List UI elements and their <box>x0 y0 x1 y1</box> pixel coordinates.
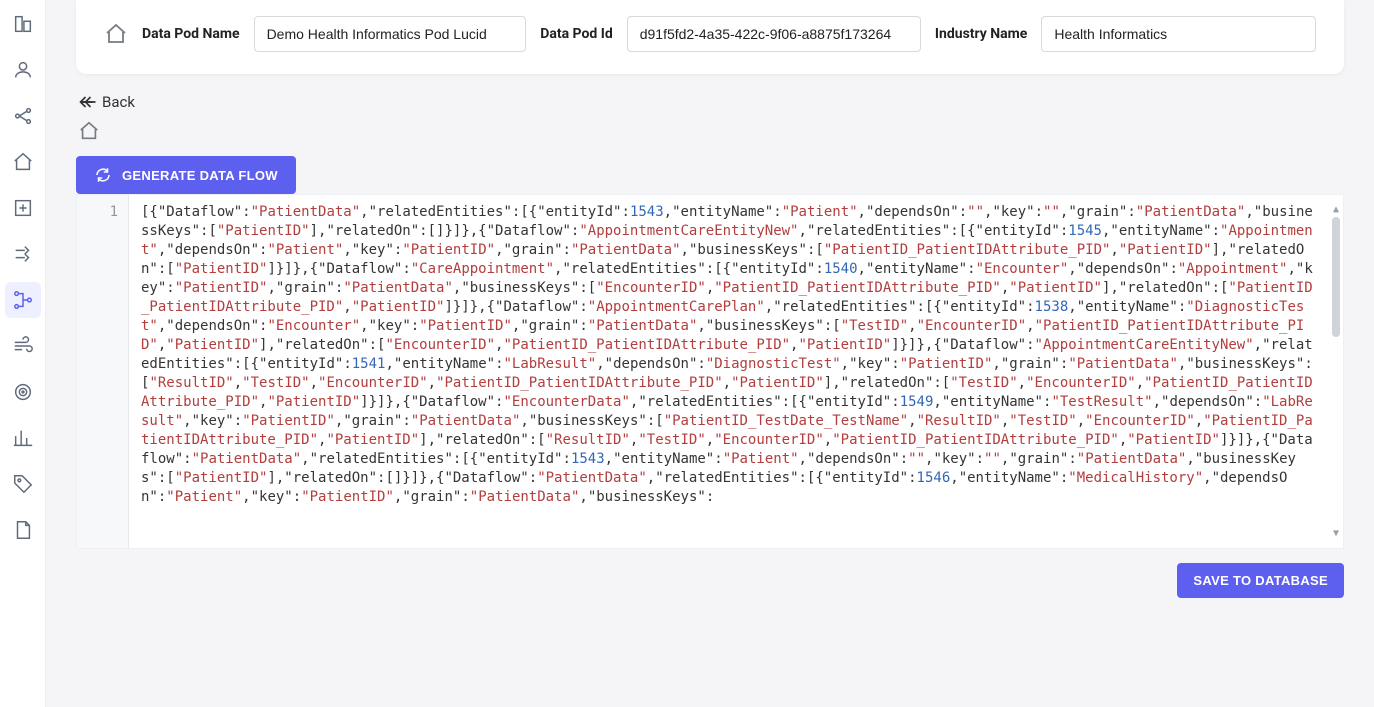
editor-scrollbar[interactable]: ▲ ▼ <box>1331 203 1341 541</box>
save-to-database-button[interactable]: SAVE TO DATABASE <box>1177 563 1344 598</box>
nodes-icon[interactable] <box>5 98 41 134</box>
back-link[interactable]: Back <box>78 92 1344 112</box>
export-icon[interactable] <box>5 190 41 226</box>
pod-name-input[interactable] <box>254 16 527 52</box>
editor-card: 1 [{"Dataflow":"PatientData","relatedEnt… <box>76 194 1344 620</box>
save-button-label: SAVE TO DATABASE <box>1193 573 1328 588</box>
back-label: Back <box>102 93 135 111</box>
scroll-up-icon[interactable]: ▲ <box>1333 203 1339 217</box>
main-content: Data Pod Name Data Pod Id Industry Name … <box>46 0 1374 707</box>
pod-name-label: Data Pod Name <box>142 26 240 42</box>
generate-dataflow-button[interactable]: GENERATE DATA FLOW <box>76 156 296 194</box>
app-root: Data Pod Name Data Pod Id Industry Name … <box>0 0 1374 707</box>
flow-icon[interactable] <box>5 236 41 272</box>
header-card: Data Pod Name Data Pod Id Industry Name <box>76 0 1344 74</box>
scroll-track[interactable] <box>1331 217 1341 528</box>
user-icon[interactable] <box>5 52 41 88</box>
arrow-left-icon <box>78 92 98 112</box>
code-content[interactable]: [{"Dataflow":"PatientData","relatedEntit… <box>129 195 1343 530</box>
graph-icon[interactable] <box>5 282 41 318</box>
scroll-down-icon[interactable]: ▼ <box>1333 527 1339 541</box>
org-icon[interactable] <box>5 6 41 42</box>
pod-id-label: Data Pod Id <box>540 26 612 42</box>
line-number: 1 <box>77 203 118 222</box>
industry-label: Industry Name <box>935 26 1027 42</box>
analytics-icon[interactable] <box>5 420 41 456</box>
generate-button-label: GENERATE DATA FLOW <box>122 168 278 183</box>
breadcrumb-home-icon[interactable] <box>78 120 1344 146</box>
target-icon[interactable] <box>5 374 41 410</box>
doc-icon[interactable] <box>5 512 41 548</box>
industry-input[interactable] <box>1041 16 1316 52</box>
header-home-icon[interactable] <box>104 22 128 46</box>
scroll-thumb[interactable] <box>1332 217 1340 337</box>
sidebar-nav <box>0 0 46 707</box>
header-row: Data Pod Name Data Pod Id Industry Name <box>104 16 1316 52</box>
home-icon[interactable] <box>5 144 41 180</box>
pod-id-input[interactable] <box>627 16 921 52</box>
wind-icon[interactable] <box>5 328 41 364</box>
tag-icon[interactable] <box>5 466 41 502</box>
code-editor[interactable]: 1 [{"Dataflow":"PatientData","relatedEnt… <box>76 194 1344 549</box>
refresh-icon <box>94 166 112 184</box>
editor-footer: SAVE TO DATABASE <box>76 563 1344 598</box>
editor-gutter: 1 <box>77 195 129 548</box>
